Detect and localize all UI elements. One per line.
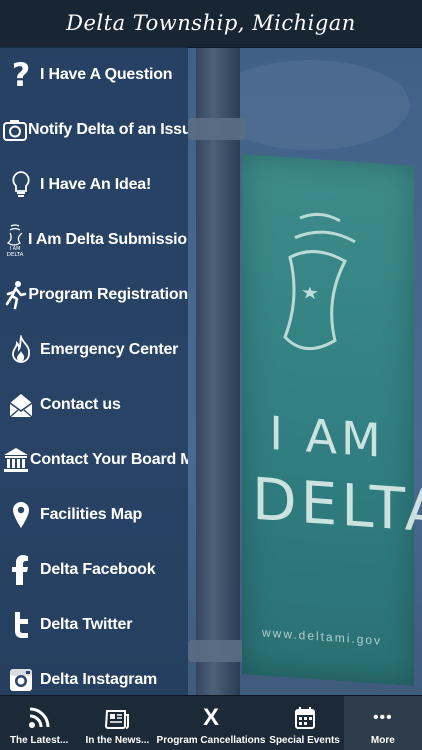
government-building-icon [2,441,30,479]
svg-text:?: ? [12,59,31,91]
bottom-tab-bar: The Latest... In the News... X Program C… [0,695,422,750]
newspaper-icon [104,704,130,732]
menu-item-contact-us[interactable]: Contact us [0,377,188,432]
menu-item-label: Contact us [40,395,121,413]
lightbulb-icon [2,166,40,204]
menu-item-program-registration[interactable]: Program Registration [0,267,188,322]
menu-item-facilities-map[interactable]: Facilities Map [0,487,188,542]
menu-item-label: I Have An Idea! [40,175,152,193]
runner-icon [2,276,28,314]
menu-item-notify-issue[interactable]: Notify Delta of an Issue [0,102,188,157]
tab-program-cancellations[interactable]: X Program Cancellations [157,696,266,750]
x-icon-glyph: X [202,704,219,731]
pole-bracket [188,118,246,140]
more-dots-glyph: ••• [372,709,393,726]
banner-url: www.deltami.gov [262,625,383,648]
menu-item-label: Delta Instagram [40,670,158,688]
banner-word-delta: DELTA [252,464,422,547]
i-am-delta-icon: I AM DELTA [2,221,28,259]
camera-icon [2,111,28,149]
menu-item-label: I Am Delta Submission [28,230,188,248]
menu-item-facebook[interactable]: Delta Facebook [0,542,188,597]
flame-icon [2,331,40,369]
facebook-icon [2,551,40,589]
banner-right: I AM DELTA www.deltami.gov [242,153,422,687]
svg-text:DELTA: DELTA [7,252,24,257]
menu-item-question[interactable]: ? I Have A Question [0,47,188,102]
pole-bracket [188,640,246,662]
menu-item-label: Contact Your Board Members [30,450,188,468]
tab-label: Special Events [269,735,340,746]
menu-item-emergency-center[interactable]: Emergency Center [0,322,188,377]
envelope-icon [2,386,40,424]
calendar-icon [294,704,316,732]
menu-item-twitter[interactable]: Delta Twitter [0,597,188,652]
more-dots-icon: ••• [373,704,393,732]
app-screen: I AM DELTA www.deltami.gov Delta Townshi… [0,0,422,750]
question-icon: ? [2,56,40,94]
rss-icon [28,704,50,732]
side-menu: ? I Have A Question Notify Delta of an I… [0,47,188,695]
tab-label: Program Cancellations [156,735,266,746]
page-title: Delta Township, Michigan [66,11,356,35]
tab-the-latest[interactable]: The Latest... [0,696,78,750]
banner-logo [283,212,356,351]
banner-word-i-am: I AM [269,405,385,468]
menu-item-label: Notify Delta of an Issue [28,120,188,138]
twitter-icon [2,606,40,644]
app-header: Delta Township, Michigan [0,0,422,48]
menu-item-idea[interactable]: I Have An Idea! [0,157,188,212]
tab-more[interactable]: ••• More [343,696,422,750]
menu-item-board-members[interactable]: Contact Your Board Members [0,432,188,487]
light-pole [196,0,240,700]
tab-special-events[interactable]: Special Events [265,696,343,750]
tab-label: More [370,735,395,746]
tab-label: The Latest... [9,735,69,746]
menu-item-i-am-delta[interactable]: I AM DELTA I Am Delta Submission [0,212,188,267]
menu-item-label: Emergency Center [40,340,179,358]
menu-item-label: I Have A Question [40,65,173,83]
menu-item-label: Program Registration [28,285,188,303]
tab-label: In the News... [85,735,150,746]
x-icon: X [203,704,219,732]
menu-item-label: Facilities Map [40,505,143,523]
instagram-icon [2,661,40,696]
map-pin-icon [2,496,40,534]
menu-item-label: Delta Twitter [40,615,133,633]
tab-in-the-news[interactable]: In the News... [78,696,156,750]
menu-item-label: Delta Facebook [40,560,156,578]
menu-item-instagram[interactable]: Delta Instagram [0,652,188,695]
